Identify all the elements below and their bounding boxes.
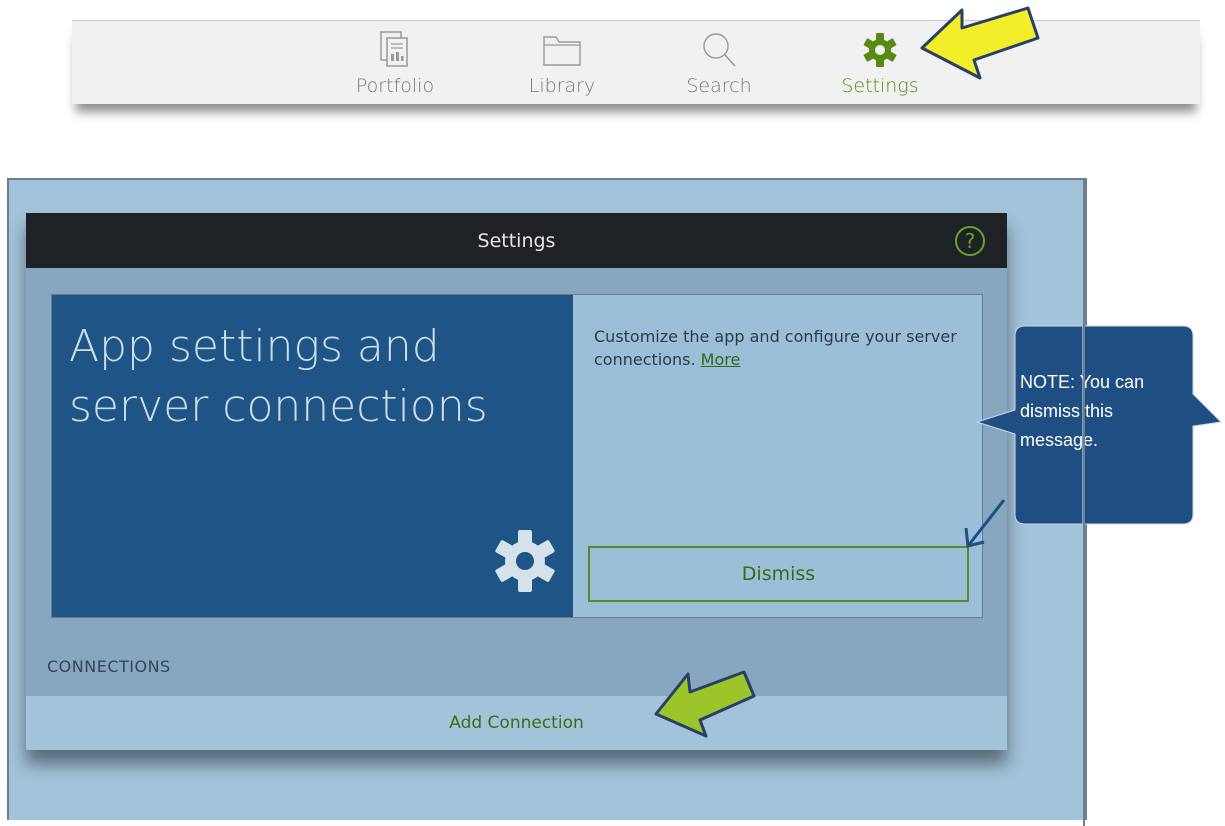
tab-portfolio[interactable]: Portfolio [340, 29, 450, 101]
note-callout-text: NOTE: You can dismiss this message. [1020, 372, 1145, 450]
pointer-arrow-green [654, 670, 756, 738]
dismiss-button[interactable]: Dismiss [588, 546, 969, 602]
more-link[interactable]: More [701, 350, 741, 369]
welcome-description-text: Customize the app and configure your ser… [594, 327, 957, 369]
callout-pointer-arrow [964, 499, 1006, 548]
frame-right-edge [1083, 178, 1085, 826]
settings-dialog: Settings ? App settings and server conne… [26, 213, 1007, 750]
add-connection-button[interactable]: Add Connection [26, 696, 1007, 750]
tab-portfolio-label: Portfolio [355, 75, 435, 97]
folder-icon [540, 29, 584, 71]
help-icon[interactable]: ? [953, 224, 987, 263]
welcome-description: Customize the app and configure your ser… [594, 325, 969, 371]
tab-search[interactable]: Search [664, 29, 774, 101]
welcome-card: App settings and server connections Cust… [51, 294, 983, 618]
tab-library-label: Library [528, 75, 596, 97]
portfolio-icon [373, 29, 417, 71]
tab-search-label: Search [686, 75, 752, 97]
gear-icon [492, 528, 558, 599]
gear-icon [858, 29, 902, 71]
connections-section-label: CONNECTIONS [47, 657, 171, 676]
tab-library[interactable]: Library [507, 29, 617, 101]
search-icon [697, 29, 741, 71]
welcome-heading: App settings and server connections [69, 321, 488, 432]
svg-text:?: ? [965, 229, 976, 253]
tab-settings-label: Settings [841, 75, 919, 97]
pointer-arrow-yellow [920, 6, 1040, 80]
dialog-title: Settings [477, 230, 556, 252]
welcome-card-banner: App settings and server connections [52, 295, 573, 617]
dialog-header: Settings ? [26, 213, 1007, 268]
